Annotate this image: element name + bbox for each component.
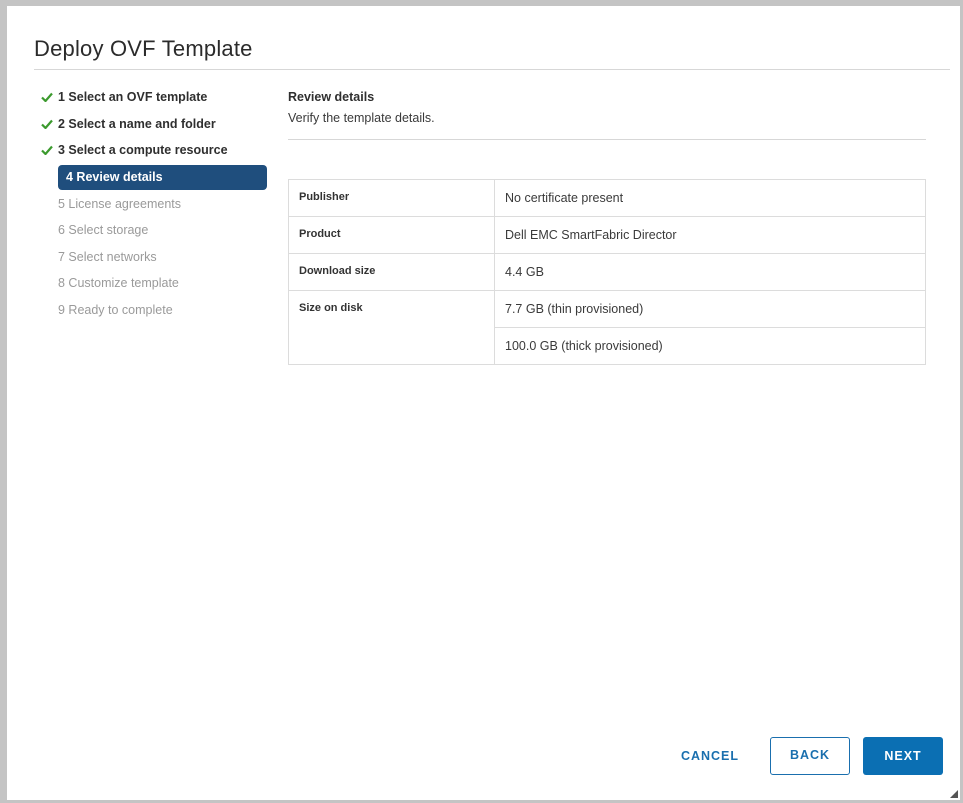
step-label: 7 Select networks [58,249,157,264]
row-value: 4.4 GB [494,253,926,291]
step-customize-template: 8 Customize template [35,270,275,297]
step-select-ovf-template[interactable]: 1 Select an OVF template [35,84,275,111]
step-label: 2 Select a name and folder [58,116,216,131]
cancel-button[interactable]: CANCEL [673,737,747,775]
content-header: Review details Verify the template detai… [288,90,926,125]
resize-grip-icon[interactable] [950,790,958,798]
step-label: 9 Ready to complete [58,302,173,317]
row-value: 100.0 GB (thick provisioned) [494,327,926,365]
step-review-details[interactable]: 4 Review details [58,164,267,190]
table-row: Download size 4.4 GB [288,253,926,291]
content-title: Review details [288,90,375,104]
step-label: 1 Select an OVF template [58,90,208,104]
step-select-compute-resource[interactable]: 3 Select a compute resource [35,137,275,164]
step-license-agreements: 5 License agreements [35,191,275,218]
wizard-steps: 1 Select an OVF template 2 Select a name… [35,84,275,323]
row-value: No certificate present [494,179,926,217]
check-icon [41,145,53,155]
row-key: Download size [288,253,495,291]
table-row: Product Dell EMC SmartFabric Director [288,216,926,254]
content-divider [288,139,926,140]
content-subtitle: Verify the template details. [288,111,435,125]
row-key: Publisher [288,179,495,217]
row-value: Dell EMC SmartFabric Director [494,216,926,254]
deploy-ovf-dialog: Deploy OVF Template 1 Select an OVF temp… [7,6,960,800]
step-select-name-folder[interactable]: 2 Select a name and folder [35,111,275,138]
next-button[interactable]: NEXT [863,737,943,775]
step-label: 6 Select storage [58,223,149,237]
table-row: Publisher No certificate present [288,179,926,217]
check-icon [41,119,53,129]
step-select-networks: 7 Select networks [35,244,275,271]
title-divider [34,69,950,70]
dialog-title: Deploy OVF Template [34,36,253,61]
row-value: 7.7 GB (thin provisioned) [494,290,926,328]
check-icon [41,92,53,102]
row-key: Size on disk [288,290,495,365]
step-label: 4 Review details [66,169,163,184]
back-button[interactable]: BACK [770,737,850,775]
step-label: 8 Customize template [58,276,179,290]
row-key: Product [288,216,495,254]
table-row: Size on disk 7.7 GB (thin provisioned) [288,290,926,365]
step-select-storage: 6 Select storage [35,217,275,244]
step-ready-to-complete: 9 Ready to complete [35,297,275,324]
details-table: Publisher No certificate present Product… [288,179,926,365]
step-label: 5 License agreements [58,196,181,211]
step-label: 3 Select a compute resource [58,143,228,157]
